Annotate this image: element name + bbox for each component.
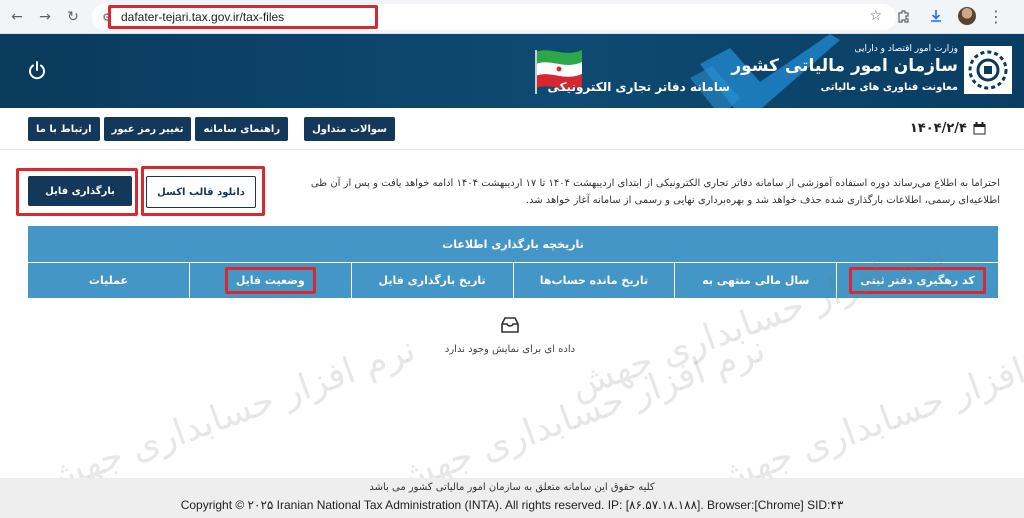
nav-menu: ارتباط با ما تغییر رمز عبور راهنمای ساما… — [28, 117, 396, 141]
profile-avatar[interactable] — [958, 7, 976, 25]
column-operations[interactable]: عملیات — [28, 263, 189, 298]
calendar-icon — [973, 122, 986, 135]
download-excel-template-button[interactable]: دانلود قالب اکسل — [146, 176, 256, 208]
watermark: نرم افزار حسابداری جهش — [34, 328, 421, 503]
back-icon[interactable]: ← — [6, 6, 28, 28]
url-text[interactable]: dafater-tejari.tax.gov.ir/tax-files — [108, 5, 378, 29]
column-file-status-label: وضعیت فایل — [224, 267, 316, 294]
date-text: ۱۴۰۴/۲/۴ — [909, 121, 967, 136]
nav-item-guide[interactable]: راهنمای سامانه — [195, 117, 289, 141]
footer-rights-text: کلیه حقوق این سامانه متعلق به سازمان امو… — [369, 482, 655, 493]
power-icon[interactable] — [26, 60, 48, 82]
bookmark-star-icon[interactable]: ☆ — [869, 8, 882, 24]
column-upload-date[interactable]: تاریخ بارگذاری فایل — [350, 263, 513, 298]
system-title: سامانه دفاتر تجاری الکترونیکی — [547, 80, 730, 94]
organization-title: سازمان امور مالیاتی کشور — [731, 56, 958, 76]
site-header: سامانه دفاتر تجاری الکترونیکی وزارت امور… — [0, 34, 1024, 108]
column-tracking-code[interactable]: کد رهگیری دفتر ثبتی — [836, 263, 998, 298]
browser-toolbar: ← → ↻ ⚙ dafater-tejari.tax.gov.ir/tax-fi… — [0, 0, 1024, 34]
column-fiscal-year-label: سال مالی منتهی به — [702, 274, 810, 287]
history-table-title: تاریخچه بارگذاری اطلاعات — [28, 226, 998, 262]
reload-icon[interactable]: ↻ — [62, 6, 84, 28]
history-table-header: کد رهگیری دفتر ثبتی سال مالی منتهی به تا… — [28, 262, 998, 298]
notice-text: احتراما به اطلاع می‌رساند دوره استفاده آ… — [310, 178, 1000, 206]
nav-item-contact[interactable]: ارتباط با ما — [28, 117, 100, 141]
empty-state-text: داده ای برای نمایش وجود ندارد — [444, 344, 576, 355]
column-balance-date-label: تاریخ مانده حساب‌ها — [539, 274, 649, 287]
download-icon[interactable] — [926, 6, 946, 26]
column-balance-date[interactable]: تاریخ مانده حساب‌ها — [512, 263, 675, 298]
column-tracking-code-label: کد رهگیری دفتر ثبتی — [849, 267, 986, 294]
extensions-icon[interactable] — [894, 6, 914, 26]
forward-icon[interactable]: → — [34, 6, 56, 28]
deputy-label: معاونت فناوری های مالیاتی — [820, 82, 958, 93]
nav-item-faq[interactable]: سوالات متداول — [304, 117, 396, 141]
column-operations-label: عملیات — [88, 274, 128, 287]
column-fiscal-year[interactable]: سال مالی منتهی به — [674, 263, 836, 298]
tax-organization-emblem-icon — [964, 46, 1012, 94]
column-upload-date-label: تاریخ بارگذاری فایل — [378, 274, 486, 287]
upload-file-button[interactable]: بارگذاری فایل — [28, 176, 132, 206]
column-file-status[interactable]: وضعیت فایل — [188, 263, 351, 298]
watermark: نرم افزار حسابداری جهش — [704, 329, 1024, 503]
address-bar[interactable]: ⚙ dafater-tejari.tax.gov.ir/tax-files ☆ — [92, 4, 896, 30]
top-navigation: ارتباط با ما تغییر رمز عبور راهنمای ساما… — [0, 108, 1024, 150]
footer-copyright-text: Copyright © ۲۰۲۵ Iranian National Tax Ad… — [180, 498, 844, 512]
empty-inbox-icon — [501, 317, 519, 333]
page-footer: کلیه حقوق این سامانه متعلق به سازمان امو… — [0, 478, 1024, 518]
browser-menu-icon[interactable]: ⋮ — [988, 7, 1004, 26]
current-date: ۱۴۰۴/۲/۴ — [910, 121, 986, 136]
nav-item-change-password[interactable]: تغییر رمز عبور — [103, 117, 192, 141]
ministry-label: وزارت امور اقتصاد و دارایی — [854, 44, 958, 54]
